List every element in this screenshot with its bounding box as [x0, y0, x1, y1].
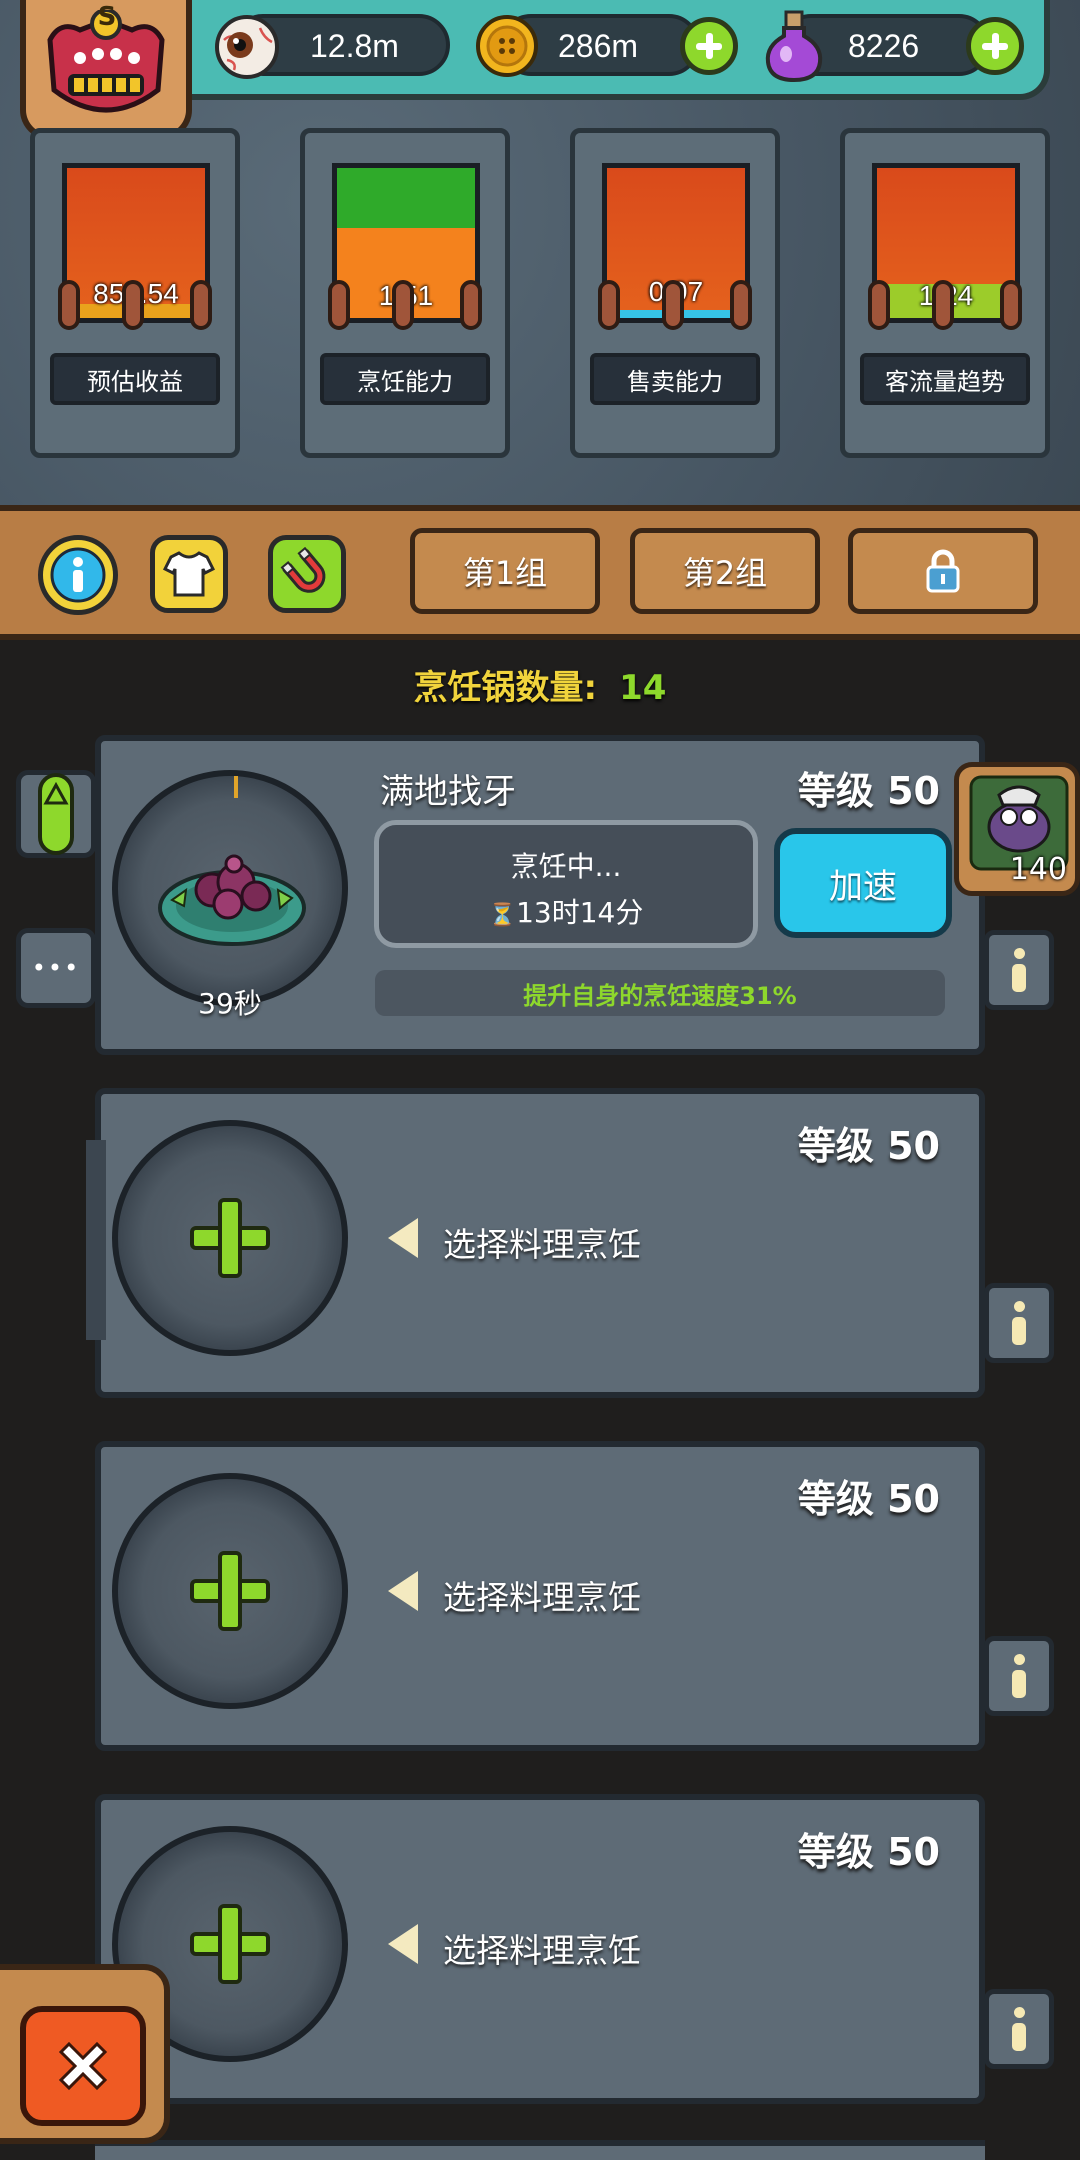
potions-value: 8226	[848, 28, 920, 64]
remaining-time-text: 13时14分	[516, 896, 644, 929]
arrow-left-icon	[388, 1218, 418, 1258]
pipe	[598, 280, 620, 330]
pipe	[392, 280, 414, 330]
select-dish-prompt[interactable]: 选择料理烹饪	[443, 1571, 641, 1619]
pipe	[190, 280, 212, 330]
plus-icon	[190, 1904, 270, 1984]
info-icon	[50, 547, 106, 603]
slot-info-tab[interactable]	[984, 1636, 1054, 1716]
slot-upgrade-tab[interactable]	[16, 770, 96, 858]
slot-info-tab[interactable]	[984, 1989, 1054, 2069]
slot-info-tab[interactable]	[984, 930, 1054, 1010]
add-coins-button[interactable]	[680, 17, 738, 75]
pipe	[122, 280, 144, 330]
coin-icon	[474, 13, 540, 79]
dish-name: 满地找牙	[380, 772, 516, 812]
pot-count: 烹饪锅数量: 14	[0, 660, 1080, 709]
pipe	[932, 280, 954, 330]
stat-label: 预估收益	[50, 353, 220, 405]
steam-mark	[234, 776, 238, 798]
pipe	[662, 280, 684, 330]
remaining-time: ⏳13时14分	[379, 891, 753, 931]
empty-pot-button[interactable]	[112, 1473, 348, 1709]
stat-label: 售卖能力	[590, 353, 760, 405]
pot-count-value: 14	[619, 668, 667, 708]
close-icon	[58, 2041, 108, 2091]
close-button[interactable]	[20, 2006, 146, 2126]
cooking-pot[interactable]	[112, 770, 348, 1006]
shirt-icon	[163, 551, 215, 597]
status-panel: 烹饪中... ⏳13时14分	[374, 820, 758, 948]
pipe	[460, 280, 482, 330]
slot-level: 等级 50	[797, 1124, 940, 1168]
arrow-left-icon	[388, 1924, 418, 1964]
bonus-banner: 提升自身的烹饪速度31%	[375, 970, 945, 1016]
info-icon	[1012, 1654, 1026, 1698]
slot-level: 等级 50	[797, 1830, 940, 1874]
pipe	[58, 280, 80, 330]
eyeball-icon	[212, 12, 282, 82]
lock-icon	[926, 549, 960, 593]
stat-label: 客流量趋势	[860, 353, 1030, 405]
pipe	[1000, 280, 1022, 330]
pipe	[730, 280, 752, 330]
outfit-button[interactable]	[150, 535, 228, 613]
info-button[interactable]	[38, 535, 118, 615]
cooking-status: 烹饪中...	[510, 850, 622, 883]
locked-group-button[interactable]	[848, 528, 1038, 614]
hourglass-icon: ⏳	[488, 903, 517, 928]
badge-letter: S	[97, 2, 117, 32]
coins-value: 286m	[558, 28, 639, 64]
info-icon	[1012, 1301, 1026, 1345]
info-icon	[1012, 948, 1026, 992]
group-2-button[interactable]: 第2组	[630, 528, 820, 614]
stat-label: 烹饪能力	[320, 353, 490, 405]
group-1-button[interactable]: 第1组	[410, 528, 600, 614]
plus-icon	[190, 1198, 270, 1278]
potion-icon	[762, 8, 826, 84]
add-potions-button[interactable]	[966, 17, 1024, 75]
select-dish-prompt[interactable]: 选择料理烹饪	[443, 1924, 641, 1972]
cook-timer: 39秒	[198, 987, 262, 1020]
slot-level: 等级 50	[797, 769, 940, 813]
more-dots-icon: •••	[31, 954, 81, 982]
dish-image	[158, 854, 306, 946]
next-slot-edge	[95, 2140, 985, 2160]
magnet-icon	[280, 547, 326, 593]
arrow-left-icon	[388, 1571, 418, 1611]
chef-count: 140	[1009, 852, 1067, 887]
plus-icon	[190, 1551, 270, 1631]
chef-card[interactable]: 140	[954, 762, 1080, 896]
pot-count-label: 烹饪锅数量:	[413, 668, 598, 708]
empty-pot-button[interactable]	[112, 1120, 348, 1356]
slot-level: 等级 50	[797, 1477, 940, 1521]
eyes-value: 12.8m	[310, 28, 399, 64]
info-icon	[1012, 2007, 1026, 2051]
upgrade-arrow-icon	[38, 773, 74, 855]
speed-up-button[interactable]: 加速	[774, 828, 952, 938]
slot-more-tab[interactable]: •••	[16, 928, 96, 1008]
slot-info-tab[interactable]	[984, 1283, 1054, 1363]
magnet-button[interactable]	[268, 535, 346, 613]
pipe	[868, 280, 890, 330]
select-dish-prompt[interactable]: 选择料理烹饪	[443, 1218, 641, 1266]
pipe	[328, 280, 350, 330]
slot-connector	[86, 1140, 106, 1340]
